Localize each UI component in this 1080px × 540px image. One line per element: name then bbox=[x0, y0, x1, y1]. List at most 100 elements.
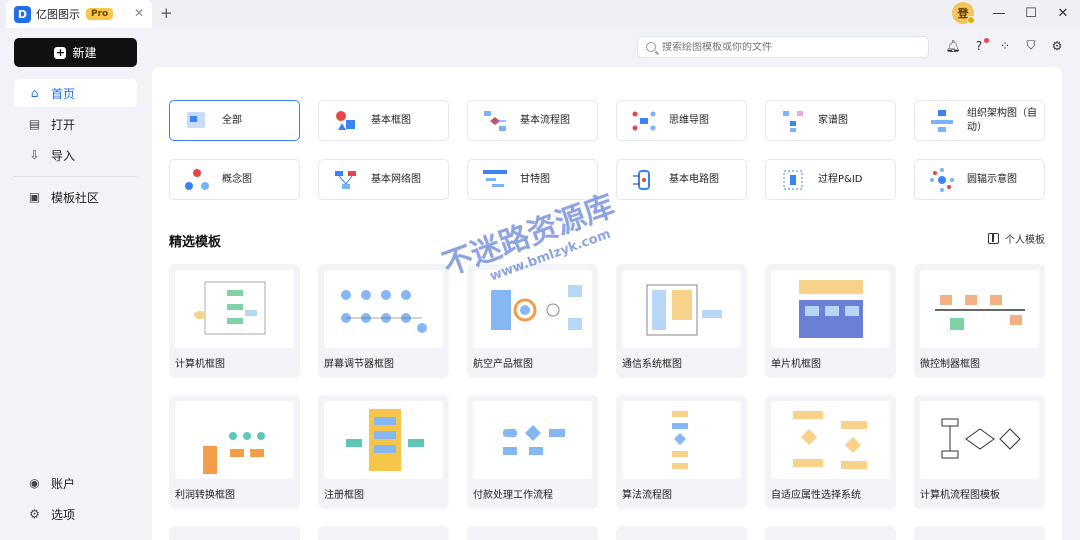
template-card[interactable]: 微控制器框图 bbox=[914, 264, 1045, 378]
category-radial[interactable]: 圆辐示意图 bbox=[914, 159, 1045, 200]
template-thumbnail bbox=[920, 401, 1039, 479]
search-icon bbox=[646, 42, 656, 52]
template-card[interactable] bbox=[765, 526, 896, 540]
new-button-label: 新建 bbox=[72, 46, 97, 60]
template-label: 通信系统框图 bbox=[622, 359, 682, 370]
sidebar-item-label: 选项 bbox=[51, 507, 76, 522]
template-thumbnail bbox=[473, 401, 592, 479]
app-tab[interactable]: D 亿图图示 Pro ✕ bbox=[6, 0, 152, 28]
all-templates-icon bbox=[187, 111, 205, 128]
template-label: 微控制器框图 bbox=[920, 359, 980, 370]
template-label: 计算机流程图模板 bbox=[920, 490, 1000, 501]
template-card[interactable] bbox=[318, 526, 449, 540]
pid-icon bbox=[783, 169, 803, 190]
template-card[interactable] bbox=[914, 526, 1045, 540]
template-card[interactable]: 航空产品框图 bbox=[467, 264, 598, 378]
search-box[interactable] bbox=[637, 36, 929, 58]
template-card[interactable]: 通信系统框图 bbox=[616, 264, 747, 378]
template-label: 屏幕调节器框图 bbox=[324, 359, 394, 370]
category-label: 基本网络图 bbox=[371, 173, 421, 185]
category-label: 全部 bbox=[222, 114, 242, 126]
category-mind-map[interactable]: 思维导图 bbox=[616, 100, 747, 141]
template-label: 利润转换框图 bbox=[175, 490, 235, 501]
category-label: 思维导图 bbox=[669, 114, 709, 126]
sidebar: + 新建 ⌂ 首页 ▤ 打开 ⇩ 导入 ▣ 模板社区 ◉ 账户 ⚙ 选项 bbox=[0, 28, 152, 540]
sidebar-item-options[interactable]: ⚙ 选项 bbox=[14, 500, 137, 528]
org-chart-icon bbox=[931, 109, 953, 132]
help-icon[interactable]: ? bbox=[971, 37, 989, 53]
template-card[interactable]: 算法流程图 bbox=[616, 395, 747, 509]
main-panel: 全部 基本框图 基本流程图 思维导图 家谱图 组织架构图（自动） 概念图 基本网… bbox=[152, 67, 1062, 540]
template-label: 自适应属性选择系统 bbox=[771, 490, 861, 501]
template-panel-icon bbox=[988, 233, 999, 244]
template-card[interactable]: 付款处理工作流程 bbox=[467, 395, 598, 509]
template-thumbnail bbox=[175, 270, 294, 348]
template-card[interactable] bbox=[467, 526, 598, 540]
category-label: 基本流程图 bbox=[520, 114, 570, 126]
user-avatar[interactable]: 登 bbox=[952, 2, 975, 24]
block-diagram-icon bbox=[336, 110, 355, 130]
template-card[interactable] bbox=[616, 526, 747, 540]
category-concept-map[interactable]: 概念图 bbox=[169, 159, 300, 200]
category-basic-network[interactable]: 基本网络图 bbox=[318, 159, 449, 200]
personal-templates-label: 个人模板 bbox=[1005, 235, 1045, 246]
maximize-icon[interactable]: ☐ bbox=[1024, 6, 1038, 21]
template-card[interactable] bbox=[169, 526, 300, 540]
pro-badge: Pro bbox=[86, 8, 114, 20]
template-card[interactable]: 注册框图 bbox=[318, 395, 449, 509]
gantt-icon bbox=[483, 169, 507, 187]
category-basic-flowchart[interactable]: 基本流程图 bbox=[467, 100, 598, 141]
account-icon: ◉ bbox=[29, 475, 40, 490]
category-label: 基本框图 bbox=[371, 114, 411, 126]
category-label: 概念图 bbox=[222, 173, 252, 185]
plus-icon: + bbox=[54, 45, 67, 59]
app-name: 亿图图示 bbox=[36, 8, 80, 21]
template-card[interactable]: 单片机框图 bbox=[765, 264, 896, 378]
category-label: 组织架构图（自动） bbox=[967, 107, 1037, 133]
theme-icon[interactable]: ⛉ bbox=[1023, 38, 1039, 53]
sidebar-item-home[interactable]: ⌂ 首页 bbox=[14, 79, 137, 107]
sidebar-item-label: 首页 bbox=[51, 86, 76, 101]
concept-map-icon bbox=[185, 168, 209, 190]
sidebar-item-open[interactable]: ▤ 打开 bbox=[14, 110, 137, 138]
category-basic-circuit[interactable]: 基本电路图 bbox=[616, 159, 747, 200]
close-tab-icon[interactable]: ✕ bbox=[134, 6, 144, 20]
new-button[interactable]: + 新建 bbox=[14, 38, 137, 67]
category-all[interactable]: 全部 bbox=[169, 100, 300, 141]
sidebar-item-import[interactable]: ⇩ 导入 bbox=[14, 141, 137, 169]
search-input[interactable] bbox=[662, 41, 912, 53]
mind-map-icon bbox=[632, 111, 656, 130]
template-label: 付款处理工作流程 bbox=[473, 490, 553, 501]
template-card[interactable]: 计算机流程图模板 bbox=[914, 395, 1045, 509]
template-label: 航空产品框图 bbox=[473, 359, 533, 370]
sidebar-item-account[interactable]: ◉ 账户 bbox=[14, 469, 137, 497]
template-card[interactable]: 利润转换框图 bbox=[169, 395, 300, 509]
category-org-chart-auto[interactable]: 组织架构图（自动） bbox=[914, 100, 1045, 141]
family-tree-icon bbox=[783, 110, 803, 132]
template-thumbnail bbox=[771, 401, 890, 479]
featured-templates-title: 精选模板 bbox=[169, 235, 222, 250]
template-thumbnail bbox=[473, 270, 592, 348]
personal-templates-link[interactable]: 个人模板 bbox=[988, 231, 1045, 246]
category-process-pid[interactable]: 过程P&ID bbox=[765, 159, 896, 200]
sidebar-divider bbox=[14, 176, 137, 177]
sidebar-item-template-community[interactable]: ▣ 模板社区 bbox=[14, 183, 137, 211]
new-tab-icon[interactable]: + bbox=[160, 4, 173, 22]
apps-icon[interactable]: ⁘ bbox=[997, 39, 1013, 53]
template-thumbnail bbox=[324, 270, 443, 348]
minimize-icon[interactable]: — bbox=[992, 6, 1006, 21]
settings-icon[interactable]: ⚙ bbox=[1049, 39, 1065, 53]
category-gantt[interactable]: 甘特图 bbox=[467, 159, 598, 200]
close-window-icon[interactable]: ✕ bbox=[1056, 6, 1070, 21]
category-label: 基本电路图 bbox=[669, 173, 719, 185]
template-card[interactable]: 屏幕调节器框图 bbox=[318, 264, 449, 378]
bell-icon[interactable]: 🔔︎ bbox=[945, 39, 961, 53]
template-thumbnail bbox=[622, 401, 741, 479]
template-card[interactable]: 计算机框图 bbox=[169, 264, 300, 378]
template-label: 单片机框图 bbox=[771, 359, 821, 370]
category-family-tree[interactable]: 家谱图 bbox=[765, 100, 896, 141]
title-bar: D 亿图图示 Pro ✕ + 登 — ☐ ✕ bbox=[0, 0, 1080, 28]
template-card[interactable]: 自适应属性选择系统 bbox=[765, 395, 896, 509]
template-label: 注册框图 bbox=[324, 490, 364, 501]
category-basic-block[interactable]: 基本框图 bbox=[318, 100, 449, 141]
